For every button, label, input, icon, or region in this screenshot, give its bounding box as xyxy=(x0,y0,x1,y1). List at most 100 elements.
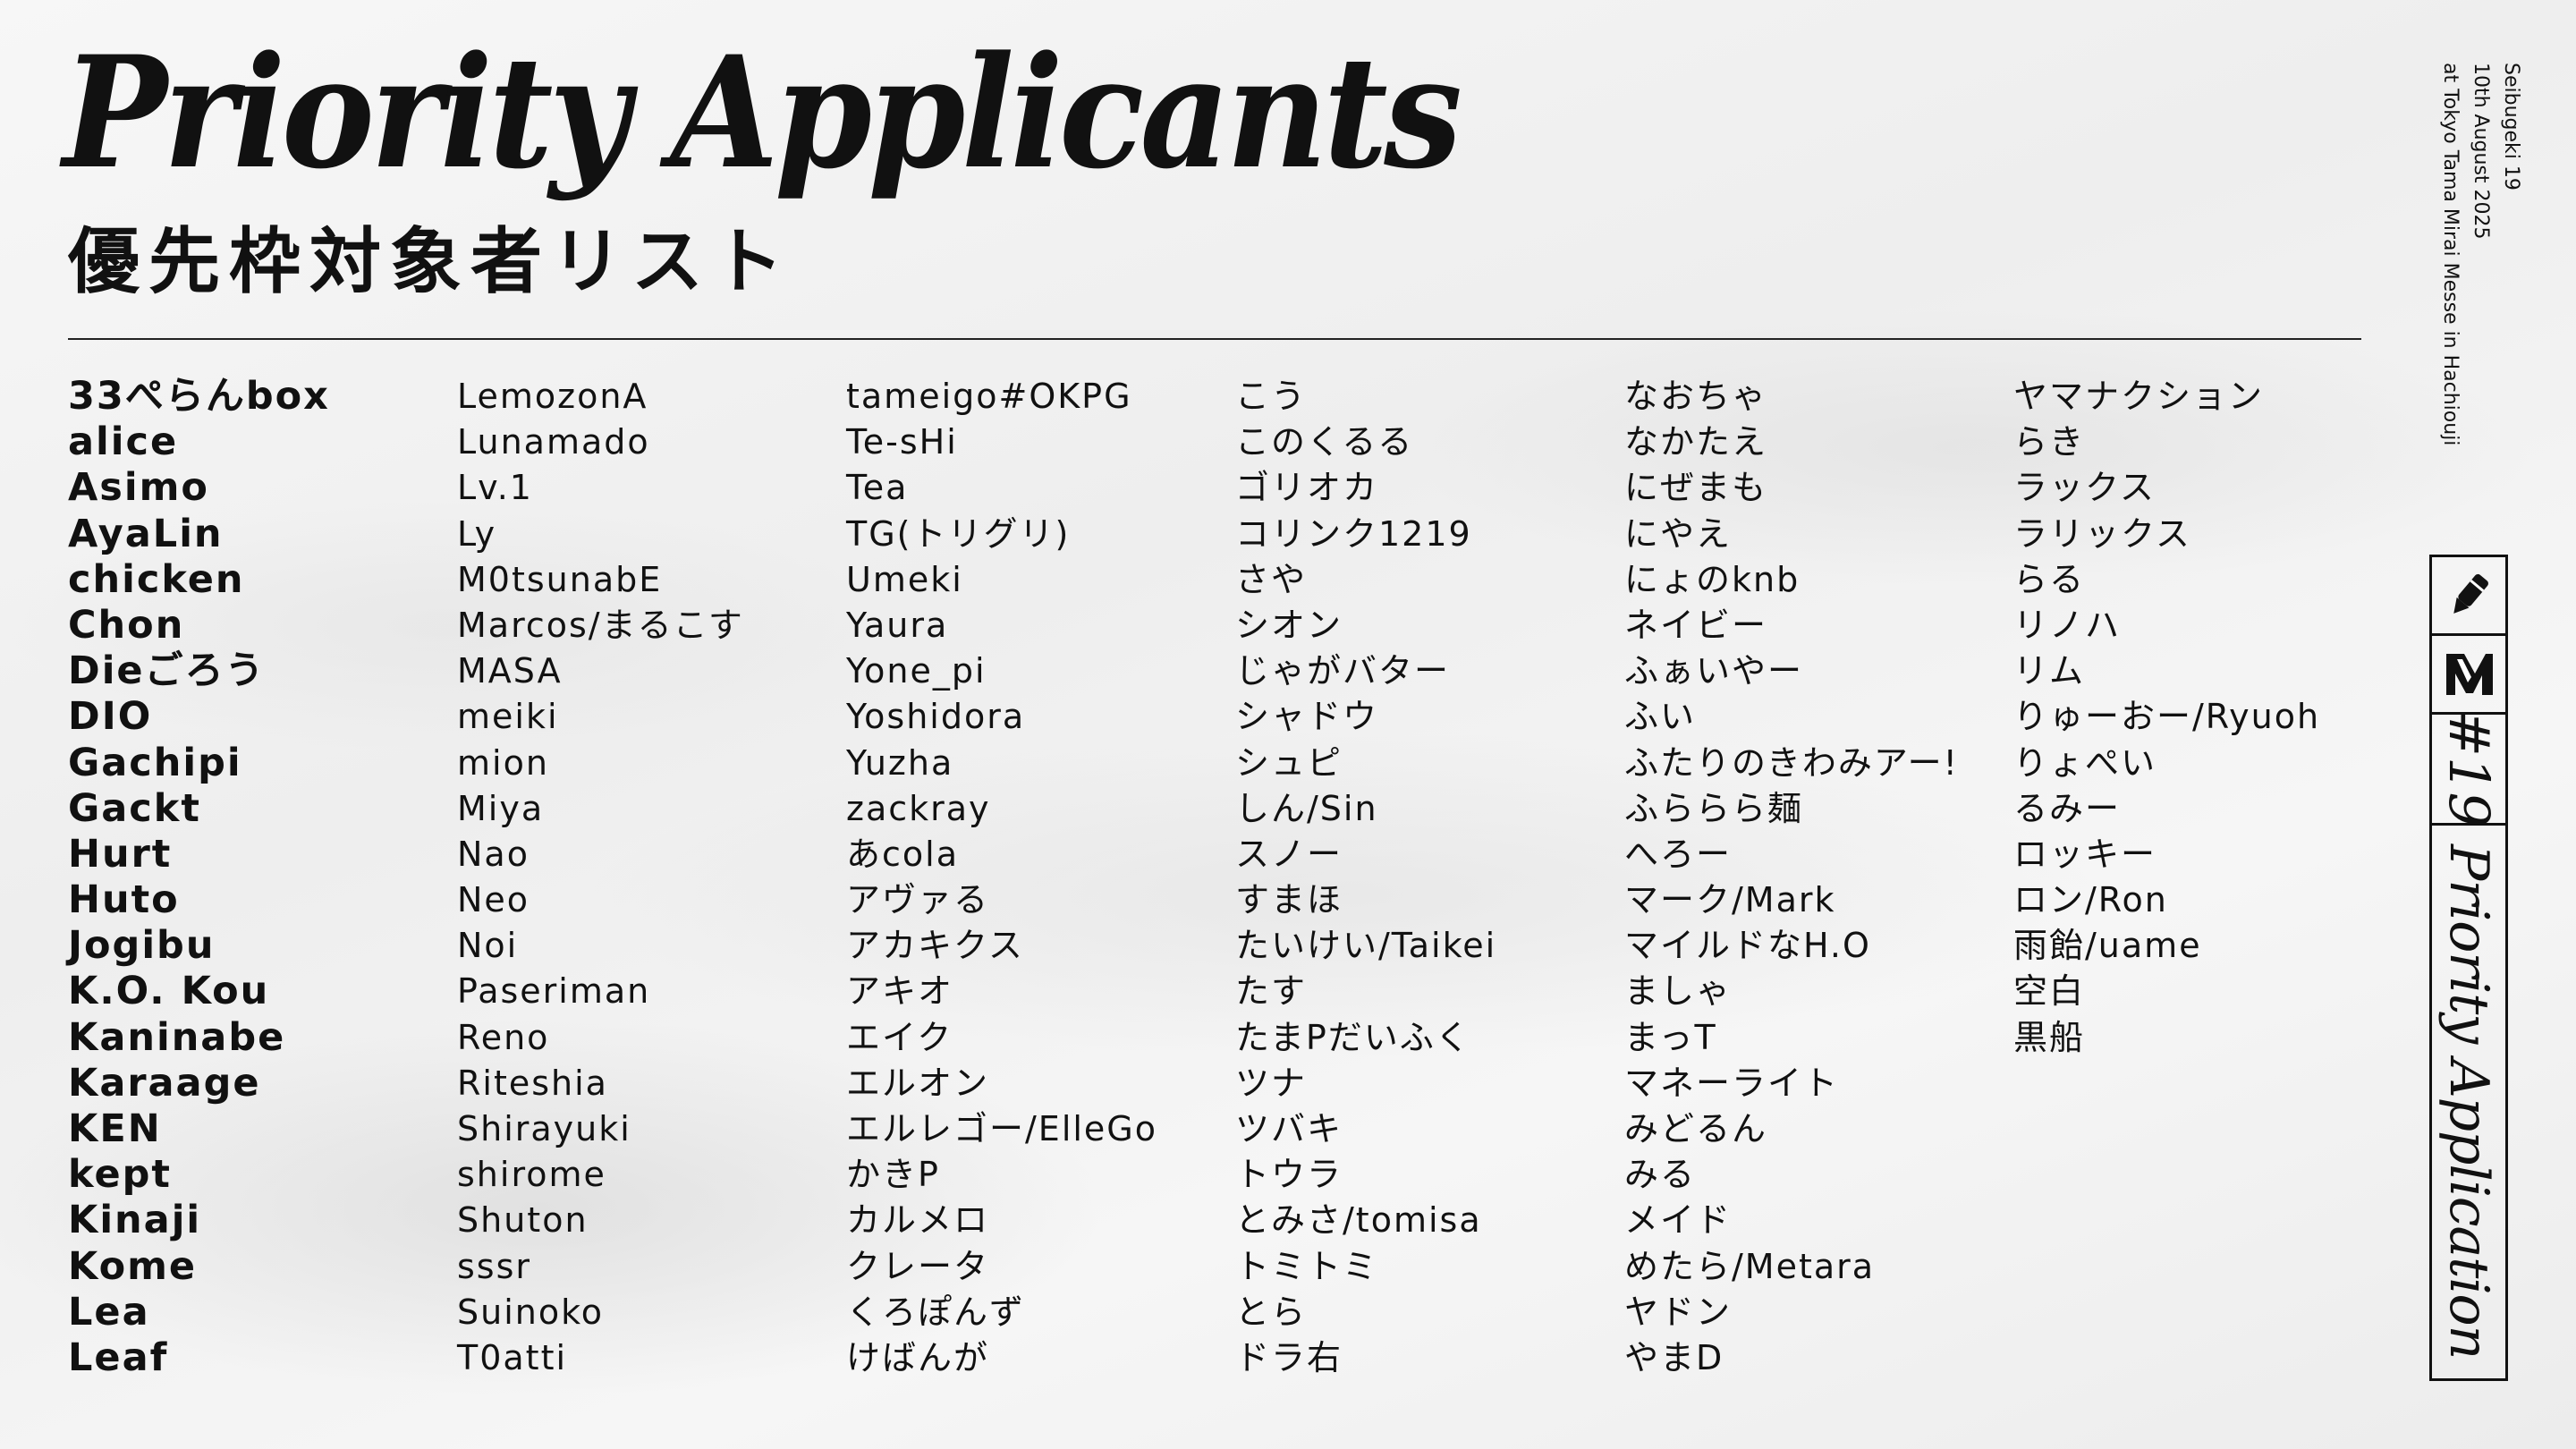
applicant-name: みる xyxy=(1624,1155,1697,1195)
applicant-name: たまPだいふく xyxy=(1235,1017,1471,1057)
applicant-name: メイド xyxy=(1624,1200,1733,1241)
applicant-name: ツバキ xyxy=(1235,1109,1343,1148)
applicant-name: ネイビー xyxy=(1624,605,1768,645)
applicant-name: zackray xyxy=(846,788,991,828)
applicant-name: アヴァる xyxy=(846,880,990,920)
applicant-name: ツナ xyxy=(1235,1063,1308,1103)
applicant-name: Shuton xyxy=(457,1200,589,1241)
applicant-name: Miya xyxy=(457,788,545,828)
applicant-name: りょぺい xyxy=(2013,742,2157,783)
applicant-name: Yoshidora xyxy=(846,697,1026,737)
applicant-name: Gackt xyxy=(68,785,201,831)
applicant-name: M0tsunabE xyxy=(457,559,663,599)
pen-cell xyxy=(2432,557,2505,636)
seibugeki-logo-icon xyxy=(2446,653,2493,695)
applicant-name: shirome xyxy=(457,1155,606,1195)
applicant-name: ましゃ xyxy=(1624,971,1733,1012)
applicant-name: Marcos/まるこす xyxy=(457,605,744,645)
applicant-name: LemozonA xyxy=(457,377,648,416)
applicant-name: Te-sHi xyxy=(846,422,958,462)
event-info: Seibugeki 19 10th August 2025 at Tokyo T… xyxy=(2435,63,2526,445)
priority-badge: #19 Priority Application xyxy=(2429,555,2508,1381)
applicant-name: Lv.1 xyxy=(457,468,533,508)
applicant-name: トミトミ xyxy=(1235,1246,1379,1286)
applicant-name: 33ぺらんbox xyxy=(68,374,330,419)
applicant-name: なおちゃ xyxy=(1624,377,1768,416)
applicant-name: Chon xyxy=(68,602,185,648)
applicant-name: DIO xyxy=(68,694,153,740)
applicant-name: Kome xyxy=(68,1243,198,1289)
applicant-name: ふららら麺 xyxy=(1624,788,1804,828)
applicant-name: マイルドなH.O xyxy=(1624,926,1871,966)
applicant-name: めたら/Metara xyxy=(1624,1246,1876,1286)
applicant-name: 空白 xyxy=(2013,971,2086,1012)
applicant-name: meiki xyxy=(457,697,559,737)
applicant-name: トウラ xyxy=(1235,1155,1343,1195)
applicant-name: やまD xyxy=(1624,1337,1724,1377)
applicant-name: アカキクス xyxy=(846,926,1024,966)
applicant-name: カルメロ xyxy=(846,1200,990,1241)
applicant-name: くろぽんず xyxy=(846,1292,1026,1332)
event-date: 10th August 2025 xyxy=(2470,63,2492,240)
applicant-name: Paseriman xyxy=(457,971,651,1012)
applicant-name: らる xyxy=(2013,559,2086,599)
number-cell: #19 xyxy=(2432,710,2505,827)
applicant-name: るみー xyxy=(2013,788,2122,828)
logo-cell xyxy=(2432,636,2505,715)
applicant-name: マネーライト xyxy=(1624,1063,1840,1103)
applicant-name: AyaLin xyxy=(68,511,224,556)
applicant-name: エルオン xyxy=(846,1063,990,1103)
name-column-4: こう このくるる ゴリオカ コリンク1219 さや シオン じゃがバター シャドウ シュピ しん/… xyxy=(1235,374,1624,1381)
applicant-name: Dieごろう xyxy=(68,648,266,694)
applicant-name: Karaage xyxy=(68,1060,261,1106)
name-column-2: LemozonA Lunamado Lv.1 Ly M0tsunabE Marcos/まる… xyxy=(457,374,846,1381)
applicant-name: Riteshia xyxy=(457,1063,608,1103)
applicant-name: chicken xyxy=(68,556,245,602)
applicant-name: アキオ xyxy=(846,971,954,1012)
applicant-name: こう xyxy=(1235,377,1308,416)
applicant-name: Yuzha xyxy=(846,742,954,783)
applicant-name: シャドウ xyxy=(1235,697,1379,737)
page-title: Priority Applicants xyxy=(63,21,1462,203)
applicant-name: じゃがバター xyxy=(1235,651,1451,691)
applicant-name: Yone_pi xyxy=(846,651,987,691)
applicant-name: Lea xyxy=(68,1289,150,1335)
applicant-name: へろー xyxy=(1624,834,1733,874)
applicant-name: しん/Sin xyxy=(1235,788,1378,828)
applicant-name: あcola xyxy=(846,834,959,874)
applicant-name: クレータ xyxy=(846,1246,990,1286)
applicant-name: このくるる xyxy=(1235,422,1414,462)
applicant-list: 33ぺらんbox alice Asimo AyaLin chicken Chon Dieごろ… xyxy=(68,374,2402,1381)
applicant-name: alice xyxy=(68,419,179,465)
applicant-name: たす xyxy=(1235,971,1308,1012)
applicant-name: tameigo#OKPG xyxy=(846,377,1132,416)
applicant-name: Tea xyxy=(846,468,909,508)
applicant-name: ふたりのきわみアー! xyxy=(1624,742,1959,783)
event-number: #19 xyxy=(2436,710,2502,827)
applicant-name: シュピ xyxy=(1235,742,1343,783)
applicant-name: とら xyxy=(1235,1292,1308,1332)
applicant-name: Neo xyxy=(457,880,530,920)
label-cell: Priority Application xyxy=(2432,826,2505,1378)
name-column-1: 33ぺらんbox alice Asimo AyaLin chicken Chon Dieごろ… xyxy=(68,374,457,1381)
applicant-name: りゅーおー/Ryuoh xyxy=(2013,697,2321,737)
applicant-name: Lunamado xyxy=(457,422,650,462)
applicant-name: ロン/Ron xyxy=(2013,880,2168,920)
applicant-name: ヤマナクション xyxy=(2013,377,2265,416)
applicant-name: にぜまも xyxy=(1624,468,1768,508)
event-venue: at Tokyo Tama Mirai Messe in Hachiouji xyxy=(2439,63,2462,446)
applicant-name: すまほ xyxy=(1235,880,1343,920)
applicant-name: Gachipi xyxy=(68,740,242,785)
applicant-name: mion xyxy=(457,742,549,783)
applicant-name: なかたえ xyxy=(1624,422,1768,462)
applicant-name: sssr xyxy=(457,1246,532,1286)
applicant-name: Suinoko xyxy=(457,1292,604,1332)
applicant-name: らき xyxy=(2013,422,2086,462)
applicant-name: Leaf xyxy=(68,1335,169,1380)
applicant-name: Kinaji xyxy=(68,1198,202,1243)
applicant-name: MASA xyxy=(457,651,563,691)
applicant-name: エルレゴー/ElleGo xyxy=(846,1109,1158,1148)
applicant-name: ふい xyxy=(1624,697,1697,737)
applicant-name: Hurt xyxy=(68,831,173,877)
divider xyxy=(68,338,2361,340)
